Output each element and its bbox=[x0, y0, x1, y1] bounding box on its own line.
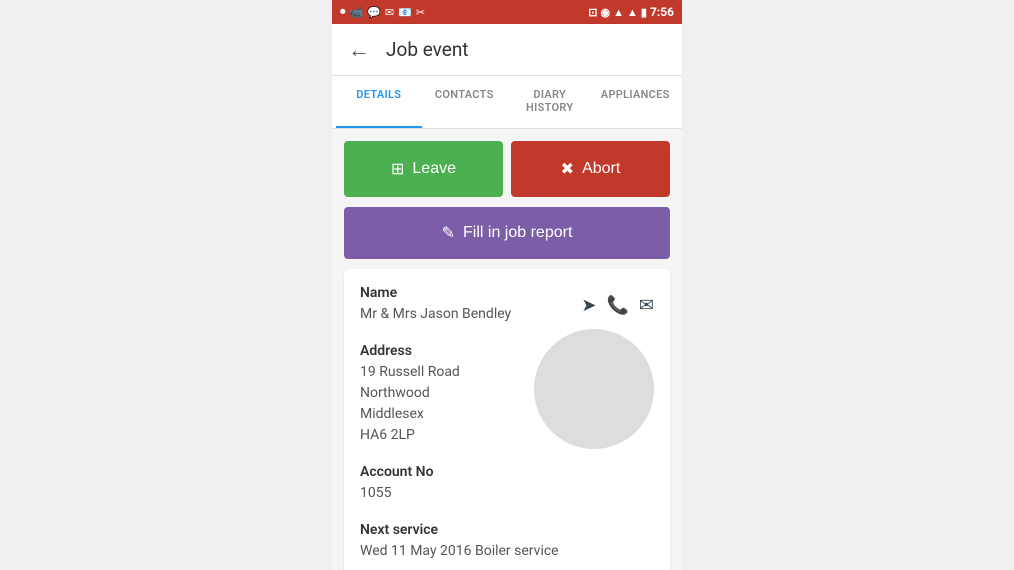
abort-button[interactable]: ✖ Abort bbox=[511, 141, 670, 197]
scissors-icon: ✂ bbox=[416, 6, 425, 19]
wifi-icon: ▲ bbox=[613, 6, 624, 19]
back-button[interactable]: ← bbox=[348, 37, 370, 63]
navigate-icon[interactable]: ➤ bbox=[581, 295, 596, 316]
account-section: Account No 1055 bbox=[360, 464, 654, 504]
name-label: Name bbox=[360, 285, 511, 301]
tab-appliances[interactable]: APPLIANCES bbox=[593, 76, 679, 128]
whatsapp-icon: 💬 bbox=[367, 6, 381, 19]
leave-icon: ⊞ bbox=[391, 159, 404, 179]
fill-report-icon: ✎ bbox=[442, 223, 455, 243]
signal-icon: ◉ bbox=[601, 6, 611, 19]
time-display: 7:56 bbox=[650, 5, 674, 19]
leave-label: Leave bbox=[412, 160, 456, 178]
record-icon: ⏺ bbox=[340, 5, 346, 19]
cast-icon: ⊡ bbox=[588, 6, 597, 19]
email-contact-icon[interactable]: ✉ bbox=[639, 295, 654, 316]
leave-button[interactable]: ⊞ Leave bbox=[344, 141, 503, 197]
name-section: Name Mr & Mrs Jason Bendley ➤ 📞 ✉ bbox=[360, 285, 654, 325]
account-value: 1055 bbox=[360, 483, 654, 504]
account-label: Account No bbox=[360, 464, 654, 480]
status-bar: ⏺ 📹 💬 ✉ 📧 ✂ ⊡ ◉ ▲ ▲ ▮ 7:56 bbox=[332, 0, 682, 24]
address-section: Address 19 Russell Road Northwood Middle… bbox=[360, 343, 522, 446]
address-label: Address bbox=[360, 343, 522, 359]
abort-label: Abort bbox=[582, 160, 620, 178]
next-service-label: Next service bbox=[360, 522, 654, 538]
video-icon: 📹 bbox=[350, 6, 364, 19]
map-thumbnail[interactable] bbox=[534, 329, 654, 449]
contact-icons: ➤ 📞 ✉ bbox=[581, 295, 654, 316]
status-icons-right: ⊡ ◉ ▲ ▲ ▮ 7:56 bbox=[588, 5, 674, 19]
message-icon: ✉ bbox=[385, 6, 394, 19]
fill-report-button[interactable]: ✎ Fill in job report bbox=[344, 207, 670, 259]
tab-details[interactable]: DETAILS bbox=[336, 76, 422, 128]
main-content: ⊞ Leave ✖ Abort ✎ Fill in job report Nam… bbox=[332, 129, 682, 570]
name-block: Name Mr & Mrs Jason Bendley bbox=[360, 285, 511, 325]
battery-icon: ▮ bbox=[641, 6, 647, 19]
app-header: ← Job event bbox=[332, 24, 682, 76]
network-icon: ▲ bbox=[627, 6, 638, 19]
status-icons-left: ⏺ 📹 💬 ✉ 📧 ✂ bbox=[340, 5, 425, 19]
page-title: Job event bbox=[386, 38, 469, 61]
tab-bar: DETAILS CONTACTS DIARY HISTORY APPLIANCE… bbox=[332, 76, 682, 129]
address-line3: Middlesex bbox=[360, 404, 522, 425]
address-line1: 19 Russell Road bbox=[360, 362, 522, 383]
phone-icon[interactable]: 📞 bbox=[606, 295, 628, 316]
next-service-section: Next service Wed 11 May 2016 Boiler serv… bbox=[360, 522, 654, 562]
customer-info-card: Name Mr & Mrs Jason Bendley ➤ 📞 ✉ Addres… bbox=[344, 269, 670, 570]
address-line4: HA6 2LP bbox=[360, 425, 522, 446]
tab-diary-history[interactable]: DIARY HISTORY bbox=[507, 76, 593, 128]
email-icon: 📧 bbox=[398, 6, 412, 19]
abort-icon: ✖ bbox=[561, 159, 574, 179]
tab-contacts[interactable]: CONTACTS bbox=[422, 76, 508, 128]
address-line2: Northwood bbox=[360, 383, 522, 404]
action-buttons-row: ⊞ Leave ✖ Abort bbox=[344, 141, 670, 197]
name-value: Mr & Mrs Jason Bendley bbox=[360, 304, 511, 325]
fill-report-label: Fill in job report bbox=[463, 224, 572, 242]
next-service-value: Wed 11 May 2016 Boiler service bbox=[360, 541, 654, 562]
